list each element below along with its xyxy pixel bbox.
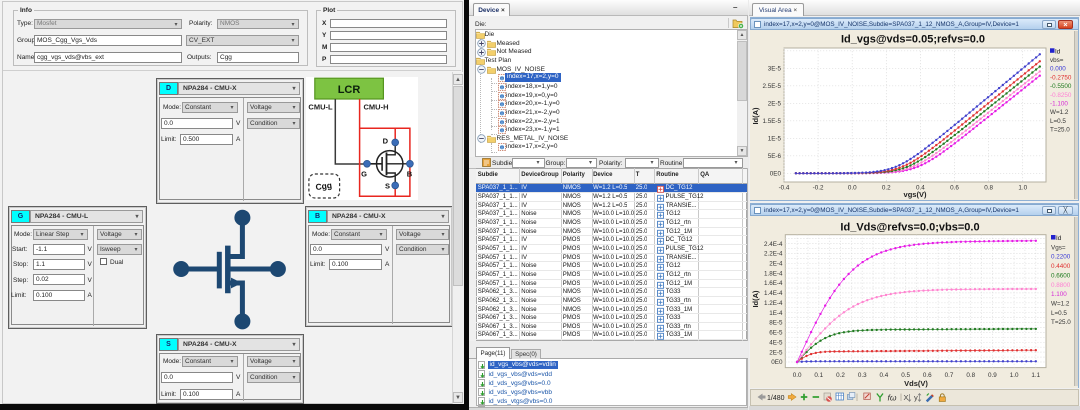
svg-text:vbs=: vbs= <box>1050 57 1064 64</box>
svg-text:i: i <box>502 119 503 124</box>
svg-text:0.6: 0.6 <box>923 372 932 379</box>
svg-text:W=1.2: W=1.2 <box>1051 300 1070 307</box>
svg-text:CMU-H: CMU-H <box>364 103 389 112</box>
svg-text:0.0: 0.0 <box>848 185 857 192</box>
svg-text:i: i <box>502 145 503 150</box>
svg-text:1.2E-4: 1.2E-4 <box>764 300 783 307</box>
svg-text:0.000: 0.000 <box>1050 66 1066 73</box>
svg-text:-0.8250: -0.8250 <box>1050 92 1072 99</box>
svg-text:Vds(V): Vds(V) <box>904 379 928 388</box>
svg-text:0.5: 0.5 <box>901 372 910 379</box>
svg-text:Χ: Χ <box>904 393 909 402</box>
svg-text:L=0.5: L=0.5 <box>1050 118 1066 125</box>
svg-text:T=25.0: T=25.0 <box>1050 127 1070 134</box>
svg-text:-1.100: -1.100 <box>1050 101 1068 108</box>
svg-text:-0.2750: -0.2750 <box>1050 74 1072 81</box>
svg-text:y: y <box>914 393 918 402</box>
svg-text:Id_Vds@refvs=0.0;vbs=0.0: Id_Vds@refvs=0.0;vbs=0.0 <box>840 222 979 234</box>
svg-text:Id: Id <box>1056 235 1062 242</box>
svg-text:L=0.5: L=0.5 <box>1051 310 1067 317</box>
svg-text:G: G <box>361 170 367 179</box>
svg-text:0E0: 0E0 <box>770 171 782 178</box>
svg-text:Id: Id <box>1055 48 1061 55</box>
svg-text:1.1: 1.1 <box>1031 372 1040 379</box>
svg-text:B: B <box>407 170 413 179</box>
svg-text:-0.5500: -0.5500 <box>1050 83 1072 90</box>
svg-text:4E-5: 4E-5 <box>769 340 783 347</box>
svg-text:0.1: 0.1 <box>814 372 823 379</box>
svg-text:0.0: 0.0 <box>793 372 802 379</box>
svg-text:1.6E-4: 1.6E-4 <box>764 280 783 287</box>
svg-text:2E-5: 2E-5 <box>769 349 783 356</box>
svg-text:0.8800: 0.8800 <box>1051 282 1071 289</box>
svg-text:-0.2: -0.2 <box>813 185 824 192</box>
svg-text:1E-5: 1E-5 <box>768 136 782 143</box>
svg-text:0.7: 0.7 <box>945 372 954 379</box>
svg-text:W=1.2: W=1.2 <box>1050 109 1069 116</box>
svg-text:CMU-L: CMU-L <box>308 103 333 112</box>
svg-text:0.8: 0.8 <box>966 372 975 379</box>
svg-text:0.4: 0.4 <box>880 372 889 379</box>
svg-text:Id_vgs@vds=0.05;refvs=0.0: Id_vgs@vds=0.05;refvs=0.0 <box>841 34 985 46</box>
svg-text:1.4E-4: 1.4E-4 <box>764 290 783 297</box>
svg-text:1.5E-5: 1.5E-5 <box>762 118 781 125</box>
svg-text:i: i <box>502 93 503 98</box>
svg-text:8E-5: 8E-5 <box>769 320 783 327</box>
svg-text:S: S <box>385 182 390 191</box>
svg-text:1.100: 1.100 <box>1051 291 1067 298</box>
svg-text:fω: fω <box>888 393 897 403</box>
svg-text:-0.4: -0.4 <box>779 185 790 192</box>
svg-text:D: D <box>383 137 389 146</box>
svg-text:T=25.0: T=25.0 <box>1051 319 1071 326</box>
svg-text:2.2E-4: 2.2E-4 <box>764 251 783 258</box>
svg-text:0.9: 0.9 <box>988 372 997 379</box>
svg-text:0.8: 0.8 <box>984 185 993 192</box>
svg-text:2.5E-5: 2.5E-5 <box>762 83 781 90</box>
svg-text:Vgs=: Vgs= <box>1051 244 1066 251</box>
svg-text:2E-5: 2E-5 <box>768 101 782 108</box>
svg-text:i: i <box>502 111 503 116</box>
svg-text:0.6600: 0.6600 <box>1051 272 1071 279</box>
svg-text:vgs(V): vgs(V) <box>904 190 927 199</box>
svg-text:1.0: 1.0 <box>1018 185 1027 192</box>
svg-text:6E-5: 6E-5 <box>769 330 783 337</box>
svg-text:1E-4: 1E-4 <box>769 310 783 317</box>
svg-text:i: i <box>502 128 503 133</box>
svg-text:1.8E-4: 1.8E-4 <box>764 270 783 277</box>
svg-text:2.4E-4: 2.4E-4 <box>764 241 783 248</box>
svg-text:Id(A): Id(A) <box>751 290 760 308</box>
svg-text:i: i <box>502 102 503 107</box>
svg-text:0.6: 0.6 <box>950 185 959 192</box>
svg-text:0.2: 0.2 <box>836 372 845 379</box>
svg-text:3E-5: 3E-5 <box>768 66 782 73</box>
svg-text:1/480: 1/480 <box>767 395 785 402</box>
svg-text:0.2200: 0.2200 <box>1051 254 1071 261</box>
svg-text:5E-6: 5E-6 <box>768 153 782 160</box>
svg-text:0.4400: 0.4400 <box>1051 263 1071 270</box>
svg-text:0.2: 0.2 <box>882 185 891 192</box>
svg-text:Id(A): Id(A) <box>751 107 760 125</box>
svg-text:2E-4: 2E-4 <box>769 261 783 268</box>
svg-text:i: i <box>502 76 503 81</box>
svg-text:1.0: 1.0 <box>1010 372 1019 379</box>
svg-text:0.3: 0.3 <box>858 372 867 379</box>
svg-text:0E0: 0E0 <box>771 359 783 366</box>
svg-text:i: i <box>502 85 503 90</box>
svg-text:LCR: LCR <box>338 84 361 96</box>
